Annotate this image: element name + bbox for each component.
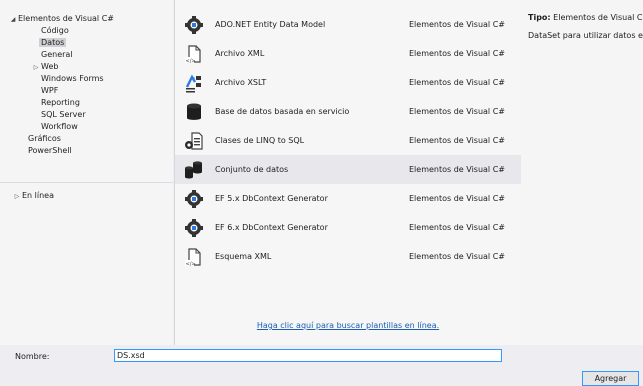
name-label: Nombre: xyxy=(15,352,50,361)
search-online-templates-link[interactable]: Haga clic aquí para buscar plantillas en… xyxy=(175,321,521,330)
template-row[interactable]: Base de datos basada en servicio Element… xyxy=(175,97,521,126)
template-row[interactable]: Clases de LINQ to SQL Elementos de Visua… xyxy=(175,126,521,155)
dataset-icon xyxy=(184,160,204,180)
tree-node-powershell[interactable]: PowerShell xyxy=(28,145,72,157)
linq-classes-icon xyxy=(184,131,204,151)
template-category: Elementos de Visual C# xyxy=(409,252,505,261)
type-value: Elementos de Visual C xyxy=(553,13,643,22)
template-category: Elementos de Visual C# xyxy=(409,165,505,174)
template-category: Elementos de Visual C# xyxy=(409,136,505,145)
template-name: Conjunto de datos xyxy=(215,165,289,174)
template-row[interactable]: EF 5.x DbContext Generator Elementos de … xyxy=(175,184,521,213)
tree-node-sql-server[interactable]: SQL Server xyxy=(41,109,86,121)
tree-node-en-linea[interactable]: ▷ En línea xyxy=(12,190,54,202)
template-name: Archivo XSLT xyxy=(215,78,267,87)
dbcontext-generator-icon xyxy=(184,189,204,209)
template-category: Elementos de Visual C# xyxy=(409,20,505,29)
template-category: Elementos de Visual C# xyxy=(409,78,505,87)
tree-divider xyxy=(0,182,173,183)
dbcontext-generator-icon xyxy=(184,218,204,238)
category-tree: ◢ Elementos de Visual C# Código Datos Gen… xyxy=(0,0,173,345)
collapsed-arrow-icon[interactable]: ▷ xyxy=(31,62,41,74)
template-row[interactable]: Archivo XSLT Elementos de Visual C# xyxy=(175,68,521,97)
template-row-selected[interactable]: Conjunto de datos Elementos de Visual C# xyxy=(175,155,521,184)
template-name: Clases de LINQ to SQL xyxy=(215,136,305,145)
template-description: DataSet para utilizar datos en xyxy=(528,31,643,40)
template-list: ADO.NET Entity Data Model Elementos de V… xyxy=(174,0,522,345)
tree-node-codigo[interactable]: Código xyxy=(41,25,69,37)
template-name: EF 5.x DbContext Generator xyxy=(215,194,328,203)
template-category: Elementos de Visual C# xyxy=(409,49,505,58)
template-info-pane: Tipo: Elementos de Visual C DataSet para… xyxy=(521,0,643,345)
tree-node-wpf[interactable]: WPF xyxy=(41,85,58,97)
template-name: ADO.NET Entity Data Model xyxy=(215,20,326,29)
template-name: Esquema XML xyxy=(215,252,272,261)
tree-node-visual-csharp-items[interactable]: ◢ Elementos de Visual C# xyxy=(8,13,114,25)
tree-node-windows-forms[interactable]: Windows Forms xyxy=(41,73,104,85)
tree-node-reporting[interactable]: Reporting xyxy=(41,97,80,109)
add-button[interactable]: Agregar xyxy=(582,371,639,386)
template-row[interactable]: ADO.NET Entity Data Model Elementos de V… xyxy=(175,10,521,39)
template-row[interactable]: Esquema XML Elementos de Visual C# xyxy=(175,242,521,271)
tree-node-datos[interactable]: Datos xyxy=(39,37,67,49)
template-category: Elementos de Visual C# xyxy=(409,107,505,116)
template-name: EF 6.x DbContext Generator xyxy=(215,223,328,232)
tree-node-workflow[interactable]: Workflow xyxy=(41,121,78,133)
xml-schema-icon xyxy=(184,247,204,267)
xml-file-icon xyxy=(184,44,204,64)
tree-node-general[interactable]: General xyxy=(41,49,73,61)
xslt-file-icon xyxy=(184,73,204,93)
template-row[interactable]: EF 6.x DbContext Generator Elementos de … xyxy=(175,213,521,242)
database-icon xyxy=(184,102,204,122)
type-label: Tipo: xyxy=(528,13,551,22)
template-type: Tipo: Elementos de Visual C xyxy=(528,13,642,22)
tree-node-graficos[interactable]: Gráficos xyxy=(28,133,61,145)
name-field[interactable] xyxy=(114,349,502,362)
bottom-bar: Nombre: Agregar xyxy=(0,345,643,386)
installed-tree: ◢ Elementos de Visual C# Código Datos Gen… xyxy=(0,0,173,182)
tree-node-web[interactable]: ▷ Web xyxy=(31,61,59,74)
template-row[interactable]: Archivo XML Elementos de Visual C# xyxy=(175,39,521,68)
template-name: Base de datos basada en servicio xyxy=(215,107,350,116)
expanded-arrow-icon[interactable]: ◢ xyxy=(8,14,18,26)
template-category: Elementos de Visual C# xyxy=(409,223,505,232)
entity-model-icon xyxy=(184,15,204,35)
collapsed-arrow-icon[interactable]: ▷ xyxy=(12,191,22,203)
template-name: Archivo XML xyxy=(215,49,265,58)
template-category: Elementos de Visual C# xyxy=(409,194,505,203)
